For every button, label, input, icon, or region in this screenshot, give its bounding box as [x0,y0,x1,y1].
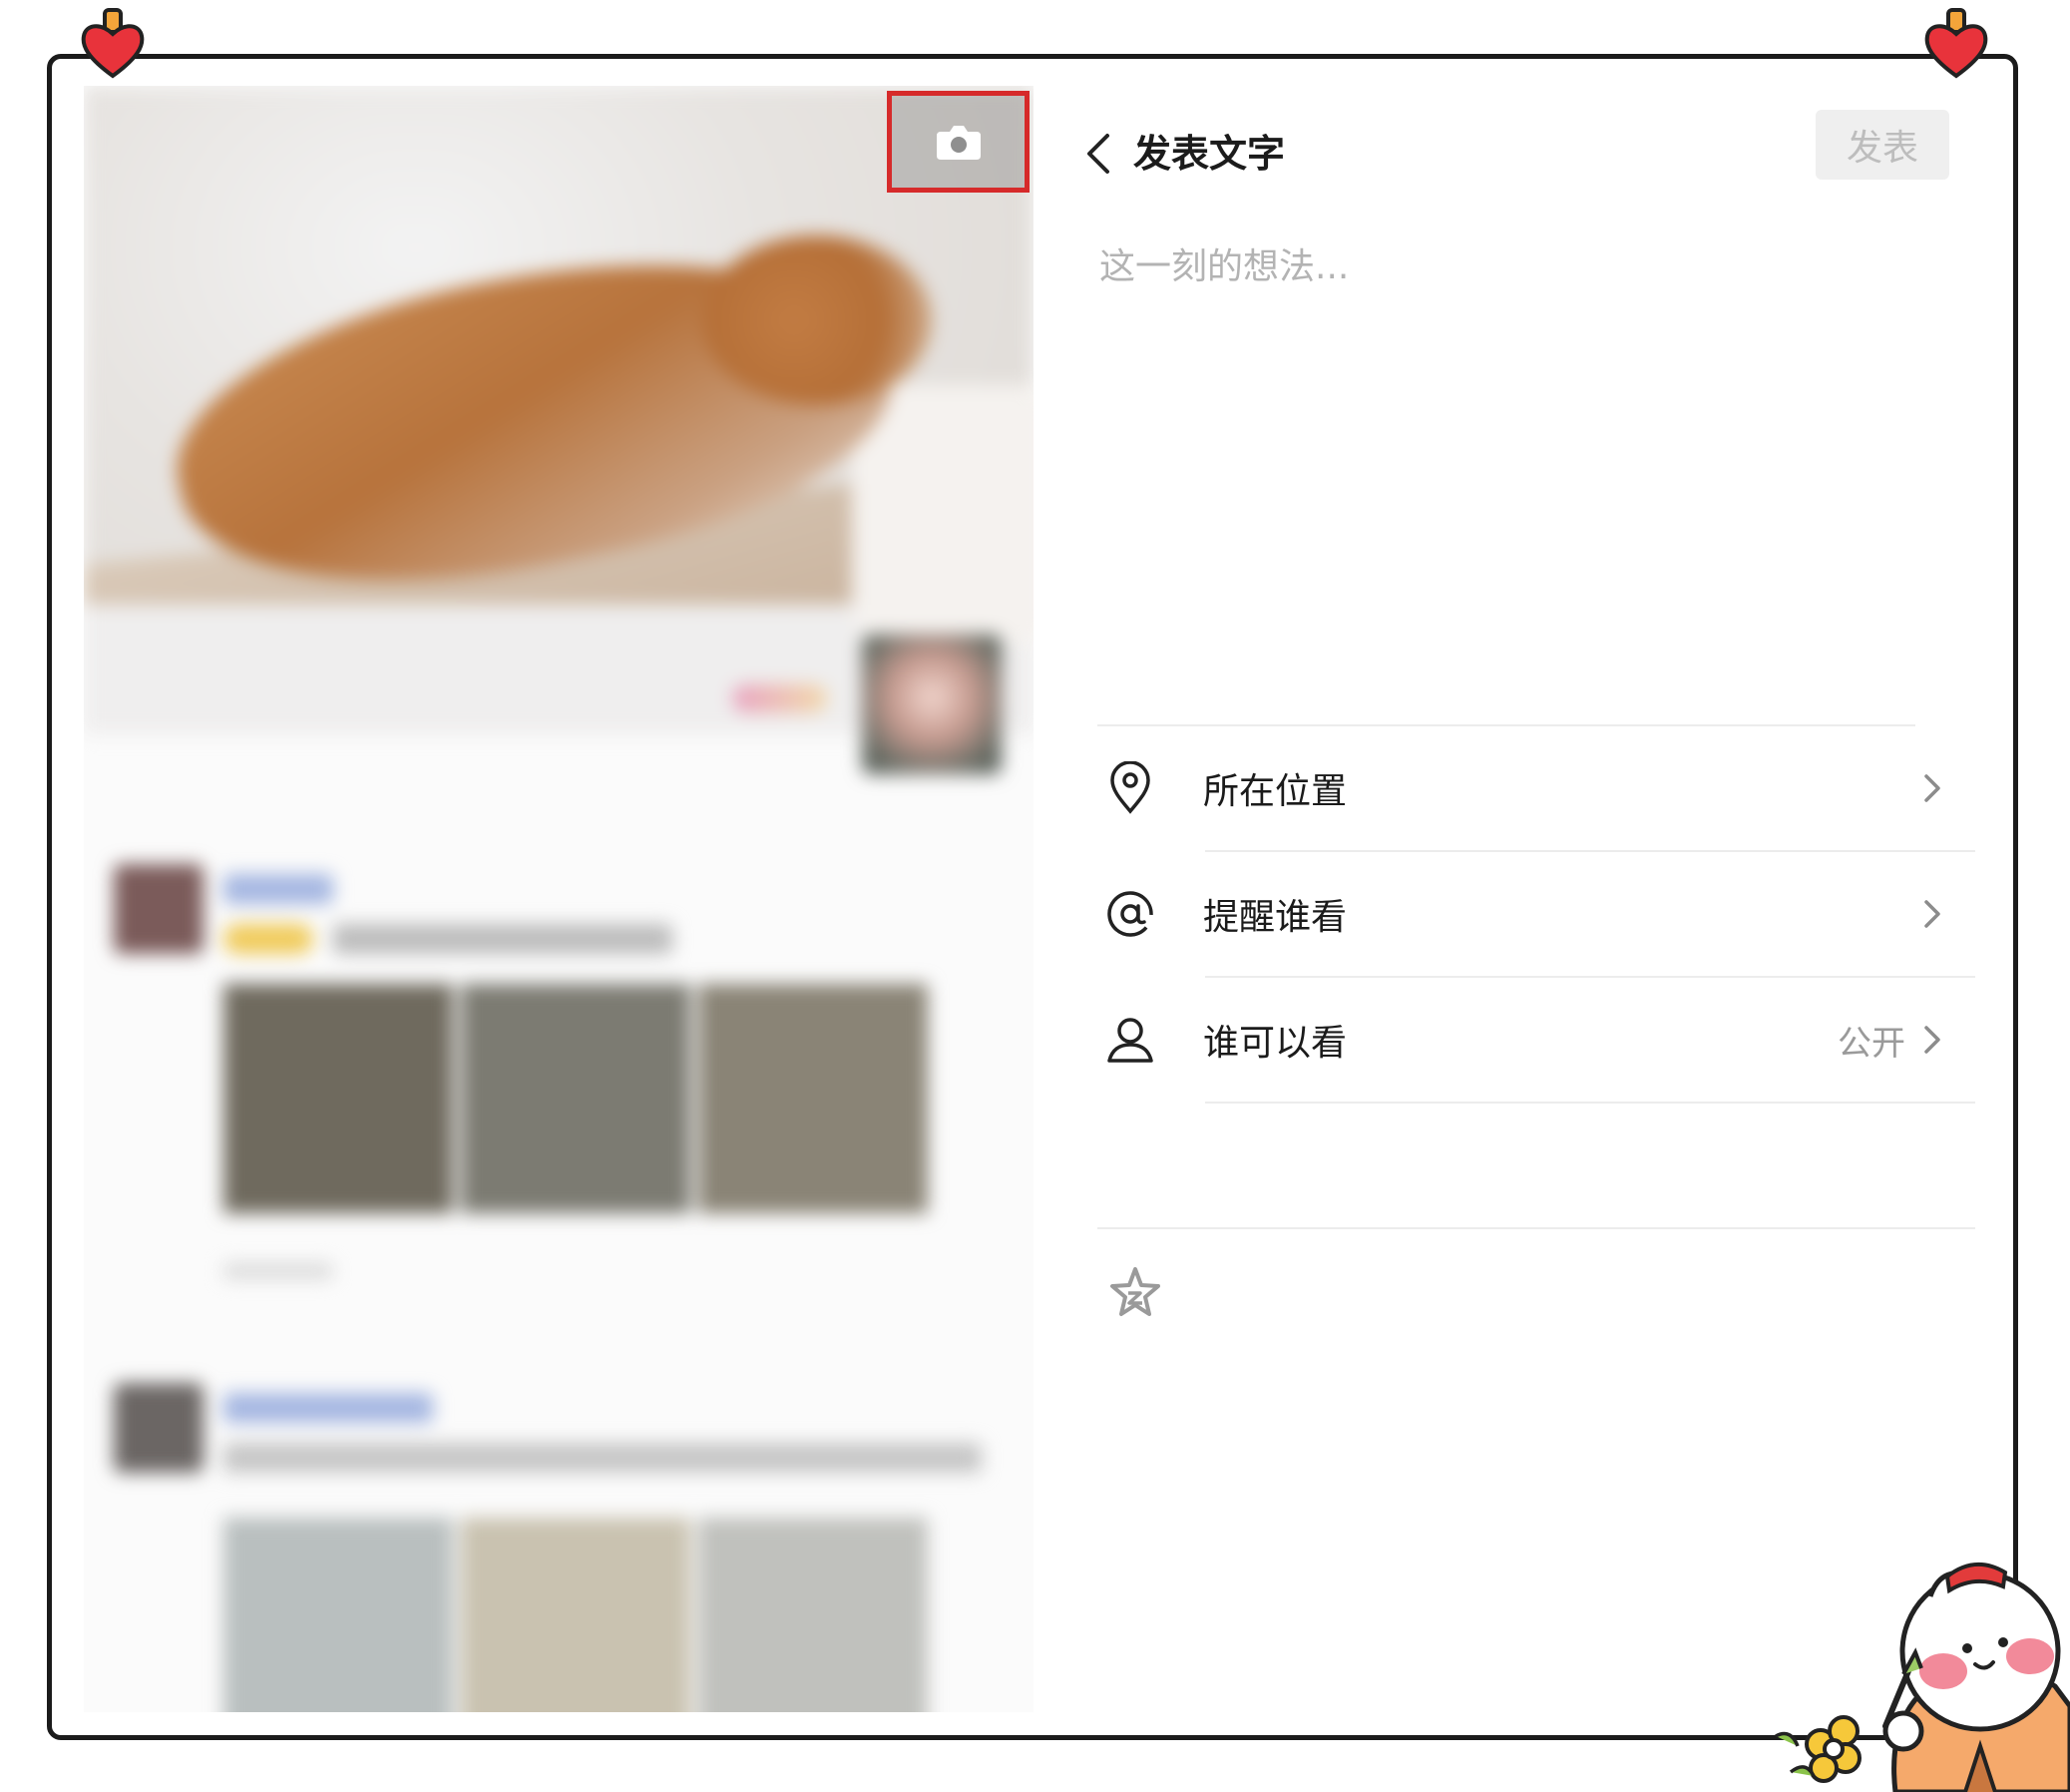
avatar [862,635,1002,774]
divider [1097,1227,1975,1229]
chevron-right-icon [1924,1026,1940,1054]
back-chevron-icon[interactable] [1077,124,1117,184]
location-pin-icon [1097,755,1163,821]
heart-pin-icon [81,8,145,79]
remind-row[interactable]: 提醒谁看 [1097,852,1975,976]
page-title: 发表文字 [1133,132,1286,176]
heart-pin-icon [1924,8,1988,79]
location-row[interactable]: 所在位置 [1097,726,1975,850]
at-icon [1097,881,1163,947]
camera-icon [936,126,981,160]
chevron-right-icon [1924,774,1940,802]
star-icon[interactable] [1105,1263,1165,1323]
divider [1205,1102,1975,1104]
flower-icon [1775,1715,1862,1783]
visibility-row[interactable]: 谁可以看 公开 [1097,978,1975,1102]
visibility-value: 公开 [1838,1023,1905,1064]
thought-input[interactable] [1097,225,1919,307]
visibility-label: 谁可以看 [1203,1023,1348,1064]
camera-button-highlight[interactable] [887,91,1030,193]
location-label: 所在位置 [1203,771,1348,812]
compose-panel: 发表文字 发表 所在位置 提醒谁看 [1037,86,1980,1712]
blurred-moments-feed [84,86,1034,1712]
remind-label: 提醒谁看 [1203,897,1348,938]
person-icon [1097,1007,1163,1073]
chevron-right-icon [1924,900,1940,928]
publish-button[interactable]: 发表 [1816,110,1949,180]
cat-sticker-icon [1775,1562,2070,1792]
